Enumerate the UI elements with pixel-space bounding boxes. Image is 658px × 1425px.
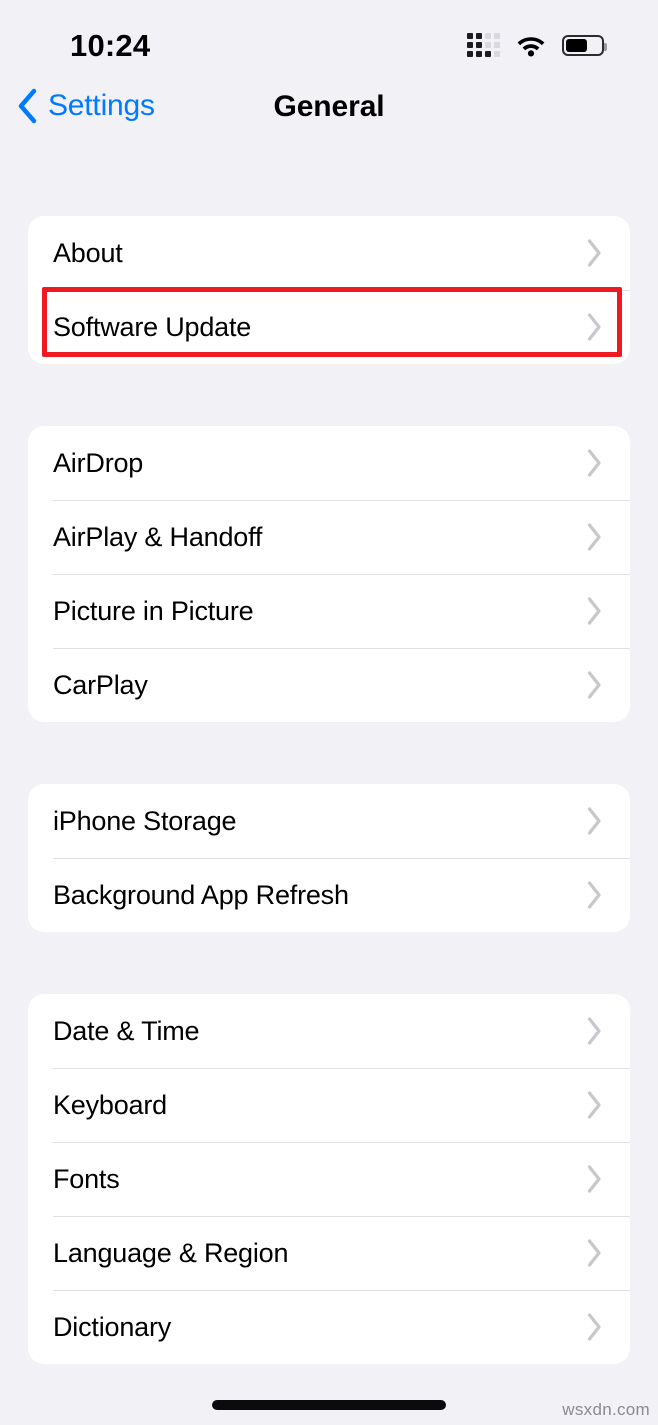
settings-row-label: Software Update [53, 311, 252, 342]
settings-row-airplay-handoff[interactable]: AirPlay & Handoff [28, 500, 630, 574]
settings-row-label: Dictionary [53, 1311, 172, 1342]
status-indicators [467, 33, 607, 57]
settings-group: Date & Time Keyboard Fonts Language & Regio… [28, 994, 630, 1364]
chevron-right-icon [587, 313, 601, 341]
settings-row-about[interactable]: About [28, 216, 630, 290]
chevron-right-icon [587, 1165, 601, 1193]
settings-row-background-app-refresh[interactable]: Background App Refresh [28, 858, 630, 932]
settings-group: iPhone Storage Background App Refresh [28, 784, 630, 932]
settings-row-label: Keyboard [53, 1089, 167, 1120]
watermark: wsxdn.com [562, 1400, 650, 1419]
chevron-right-icon [587, 449, 601, 477]
settings-row-label: Fonts [53, 1163, 120, 1194]
navigation-bar: Settings General [0, 88, 658, 150]
settings-row-label: About [53, 237, 123, 268]
battery-icon [562, 34, 607, 56]
settings-row-keyboard[interactable]: Keyboard [28, 1068, 630, 1142]
status-time: 10:24 [70, 28, 151, 63]
settings-row-picture-in-picture[interactable]: Picture in Picture [28, 574, 630, 648]
settings-row-carplay[interactable]: CarPlay [28, 648, 630, 722]
settings-row-airdrop[interactable]: AirDrop [28, 426, 630, 500]
settings-row-language-region[interactable]: Language & Region [28, 1216, 630, 1290]
wifi-icon [517, 37, 545, 57]
settings-row-label: Background App Refresh [53, 879, 349, 910]
chevron-right-icon [587, 239, 601, 267]
settings-row-label: Picture in Picture [53, 595, 254, 626]
settings-row-date-time[interactable]: Date & Time [28, 994, 630, 1068]
iphone-settings-screen: 10:24 Settings General About Software Up… [0, 0, 658, 1425]
settings-row-fonts[interactable]: Fonts [28, 1142, 630, 1216]
home-indicator[interactable] [212, 1400, 446, 1410]
settings-row-label: AirDrop [53, 447, 144, 478]
page-title: General [273, 90, 385, 123]
chevron-right-icon [587, 881, 601, 909]
settings-group: AirDrop AirPlay & Handoff Picture in Pictu… [28, 426, 630, 722]
chevron-right-icon [587, 1239, 601, 1267]
chevron-right-icon [587, 1313, 601, 1341]
settings-row-label: Language & Region [53, 1237, 289, 1268]
chevron-right-icon [587, 671, 601, 699]
settings-row-label: iPhone Storage [53, 805, 237, 836]
status-bar: 10:24 [0, 0, 658, 78]
settings-row-label: Date & Time [53, 1015, 200, 1046]
chevron-right-icon [587, 597, 601, 625]
chevron-right-icon [587, 1091, 601, 1119]
cellular-dots-icon [467, 33, 500, 57]
settings-row-iphone-storage[interactable]: iPhone Storage [28, 784, 630, 858]
settings-row-label: CarPlay [53, 669, 148, 700]
chevron-right-icon [587, 523, 601, 551]
settings-list: About Software Update AirDrop AirPlay & Han… [0, 216, 658, 1425]
settings-row-dictionary[interactable]: Dictionary [28, 1290, 630, 1364]
chevron-right-icon [587, 807, 601, 835]
settings-row-label: AirPlay & Handoff [53, 521, 263, 552]
settings-group: About Software Update [28, 216, 630, 364]
settings-row-software-update[interactable]: Software Update [28, 290, 630, 364]
chevron-right-icon [587, 1017, 601, 1045]
